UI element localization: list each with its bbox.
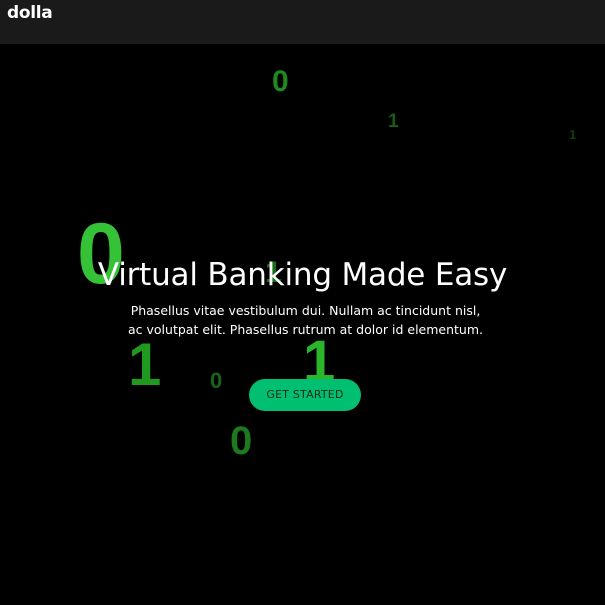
hero-description: Phasellus vitae vestibulum dui. Nullam a… [128,303,483,337]
get-started-button[interactable]: GET STARTED [249,379,361,411]
navbar: dolla [0,0,605,44]
page: dolla 0 1 1 0 1 1 1 0 0 Virtual Banking … [0,0,605,605]
logo-link[interactable]: dolla [7,3,53,23]
hero-title: Virtual Banking Made Easy [97,257,508,293]
hero-section: Virtual Banking Made Easy Phasellus vita… [0,0,605,605]
